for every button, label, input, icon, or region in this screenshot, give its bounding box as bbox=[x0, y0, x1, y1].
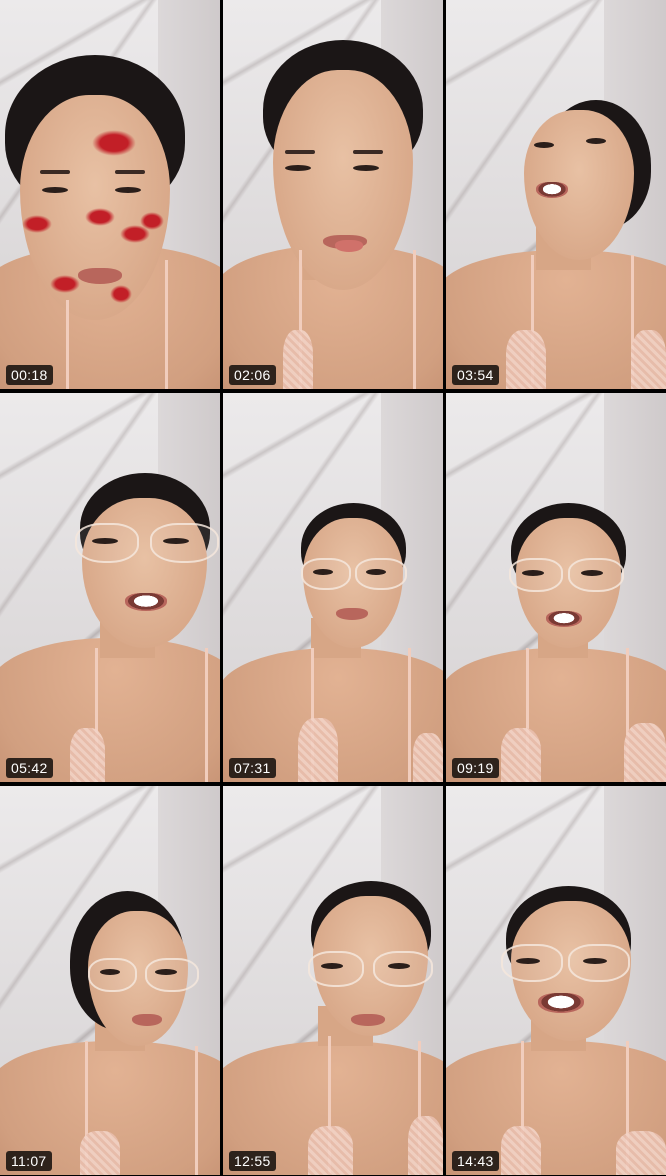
kiss-sticker bbox=[92, 130, 136, 156]
person-figure bbox=[0, 786, 220, 1175]
timestamp-badge: 03:54 bbox=[452, 365, 499, 385]
video-frame-thumbnail[interactable]: 02:06 bbox=[223, 0, 443, 389]
video-frame-thumbnail[interactable]: 14:43 bbox=[446, 786, 666, 1175]
kiss-sticker bbox=[22, 215, 52, 233]
video-frame-thumbnail[interactable]: 05:42 bbox=[0, 393, 220, 782]
timestamp-badge: 07:31 bbox=[229, 758, 276, 778]
kiss-sticker bbox=[110, 285, 132, 303]
glasses bbox=[308, 951, 364, 987]
kiss-sticker bbox=[140, 212, 164, 230]
glasses bbox=[88, 958, 137, 992]
timestamp-badge: 05:42 bbox=[6, 758, 53, 778]
person-figure bbox=[446, 0, 666, 389]
person-figure bbox=[446, 786, 666, 1175]
glasses bbox=[145, 958, 199, 992]
kiss-sticker bbox=[85, 208, 115, 226]
video-frame-thumbnail[interactable]: 12:55 bbox=[223, 786, 443, 1175]
person-figure bbox=[223, 0, 443, 389]
timestamp-badge: 09:19 bbox=[452, 758, 499, 778]
person-figure bbox=[223, 393, 443, 782]
person-figure bbox=[0, 393, 220, 782]
person-figure bbox=[223, 786, 443, 1175]
person-figure bbox=[0, 0, 220, 389]
timestamp-badge: 00:18 bbox=[6, 365, 53, 385]
video-frame-thumbnail[interactable]: 07:31 bbox=[223, 393, 443, 782]
person-figure bbox=[446, 393, 666, 782]
video-frames-grid: 00:18 02:06 03:54 05:42 07:31 09:19 11:0… bbox=[0, 0, 666, 1176]
video-frame-thumbnail[interactable]: 03:54 bbox=[446, 0, 666, 389]
timestamp-badge: 14:43 bbox=[452, 1151, 499, 1171]
video-frame-thumbnail[interactable]: 00:18 bbox=[0, 0, 220, 389]
kiss-sticker bbox=[50, 275, 80, 293]
timestamp-badge: 02:06 bbox=[229, 365, 276, 385]
video-frame-thumbnail[interactable]: 09:19 bbox=[446, 393, 666, 782]
timestamp-badge: 11:07 bbox=[6, 1151, 52, 1171]
timestamp-badge: 12:55 bbox=[229, 1151, 276, 1171]
video-frame-thumbnail[interactable]: 11:07 bbox=[0, 786, 220, 1175]
glasses bbox=[373, 951, 433, 987]
